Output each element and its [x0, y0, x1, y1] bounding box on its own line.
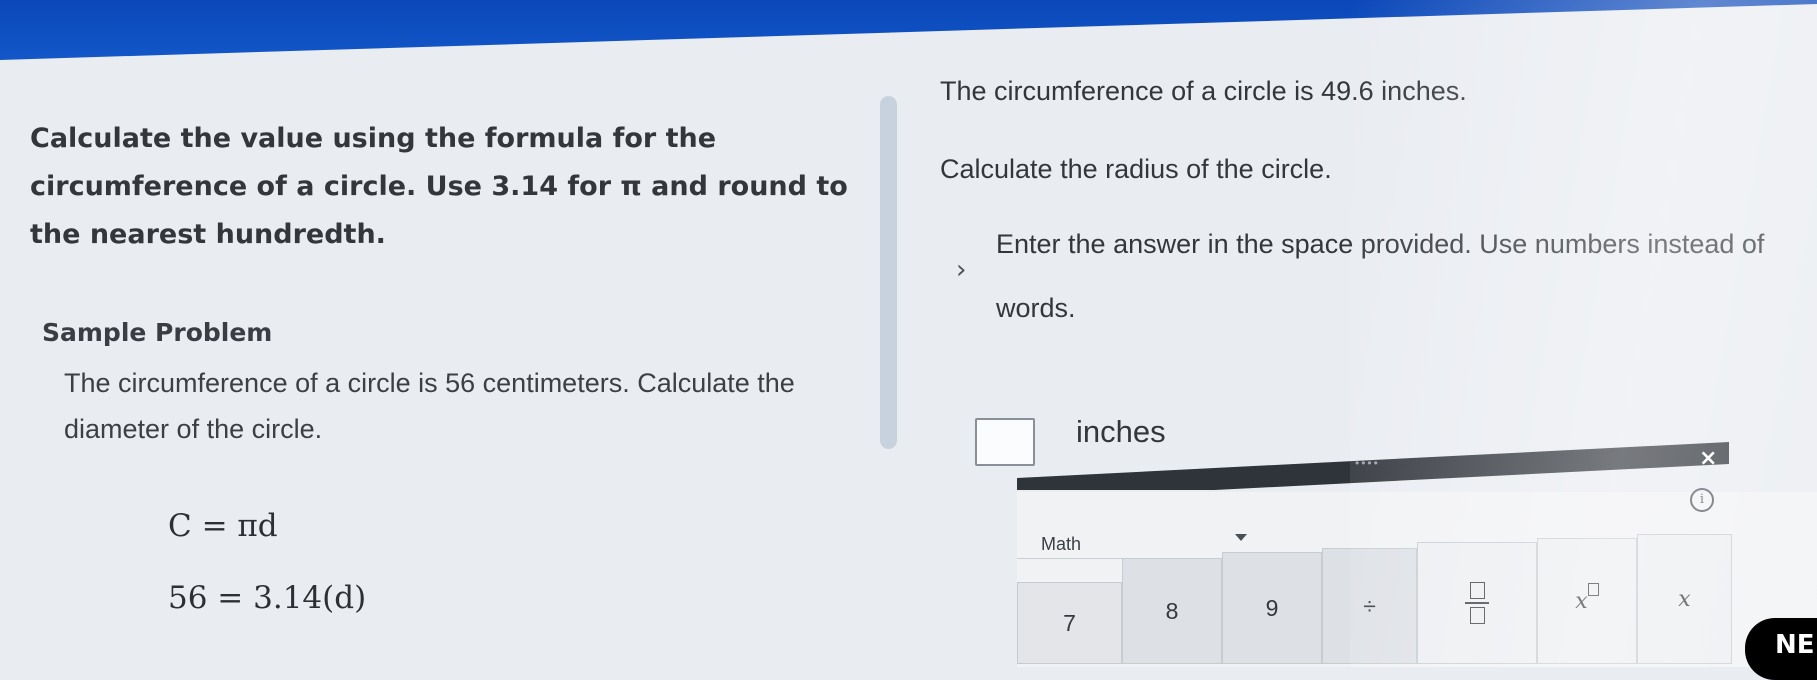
keypad-mode-label: Math	[1041, 534, 1082, 554]
equation-formula: C = πd	[168, 508, 278, 544]
drag-grip-icon[interactable]: ••••	[1355, 456, 1380, 470]
key-variable-x[interactable]: x	[1637, 534, 1732, 664]
close-icon[interactable]: ×	[1699, 446, 1717, 471]
chevron-right-icon[interactable]: ›	[956, 255, 966, 285]
sample-panel: Calculate the value using the formula fo…	[0, 0, 880, 667]
question-given: The circumference of a circle is 49.6 in…	[940, 76, 1467, 106]
key-9[interactable]: 9	[1222, 552, 1322, 664]
key-fraction[interactable]	[1417, 542, 1537, 664]
instruction-text: Calculate the value using the formula fo…	[30, 123, 848, 250]
panel-divider-scrollbar[interactable]	[880, 96, 897, 449]
exponent-template-icon: x	[1575, 582, 1599, 614]
info-icon[interactable]: i	[1690, 488, 1714, 512]
exponent-base: x	[1575, 588, 1588, 614]
key-divide[interactable]: ÷	[1322, 548, 1417, 664]
math-keypad: •••• × i Math 7 8 9 ÷ x x	[1017, 442, 1817, 667]
key-exponent[interactable]: x	[1537, 538, 1637, 664]
fraction-template-icon	[1465, 582, 1489, 624]
question-ask: Calculate the radius of the circle.	[940, 154, 1332, 184]
equation-substituted: 56 = 3.14(d)	[168, 580, 367, 616]
answer-hint: Enter the answer in the space provided. …	[996, 229, 1765, 323]
key-7[interactable]: 7	[1017, 582, 1122, 664]
caret-down-icon[interactable]	[1235, 534, 1247, 541]
variable-x-label: x	[1678, 586, 1691, 612]
sample-problem-text: The circumference of a circle is 56 cent…	[64, 368, 795, 444]
next-button[interactable]: NE	[1745, 618, 1817, 680]
key-8[interactable]: 8	[1122, 558, 1222, 664]
sample-problem-title: Sample Problem	[42, 318, 273, 347]
